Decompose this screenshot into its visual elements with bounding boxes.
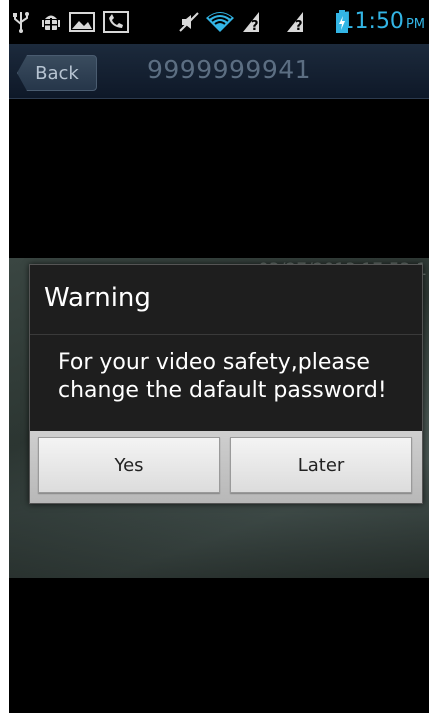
svg-text:?: ?	[251, 19, 259, 34]
status-bar: ? ? 11:50 PM	[9, 0, 429, 44]
warning-dialog: Warning For your video safety,please cha…	[29, 264, 423, 504]
phone-screen: ? ? 11:50PM Back 9999999941 03/27/2013 1…	[9, 0, 429, 713]
wifi-icon	[206, 12, 234, 32]
clock-time: 11:50	[340, 9, 404, 34]
dialog-message: For your video safety,please change the …	[58, 350, 387, 403]
missed-call-icon	[103, 11, 129, 33]
image-icon	[69, 12, 95, 32]
later-button[interactable]: Later	[230, 437, 412, 493]
page-title: 9999999941	[147, 55, 312, 84]
dialog-divider	[30, 334, 422, 335]
usb-icon	[13, 12, 29, 33]
no-signal-icon: ?	[287, 12, 303, 34]
yes-button[interactable]: Yes	[38, 437, 220, 493]
back-button[interactable]: Back	[17, 55, 97, 91]
mute-icon	[179, 12, 199, 32]
dialog-button-bar: Yes Later	[30, 431, 422, 503]
android-debug-icon	[42, 15, 60, 32]
clock-ampm: PM	[405, 17, 425, 32]
svg-text:?: ?	[295, 19, 303, 34]
no-signal-icon: ?	[243, 12, 259, 34]
title-bar: Back 9999999941	[9, 44, 429, 99]
clock: 11:50 PM	[341, 9, 425, 38]
dialog-title: Warning	[44, 283, 151, 313]
